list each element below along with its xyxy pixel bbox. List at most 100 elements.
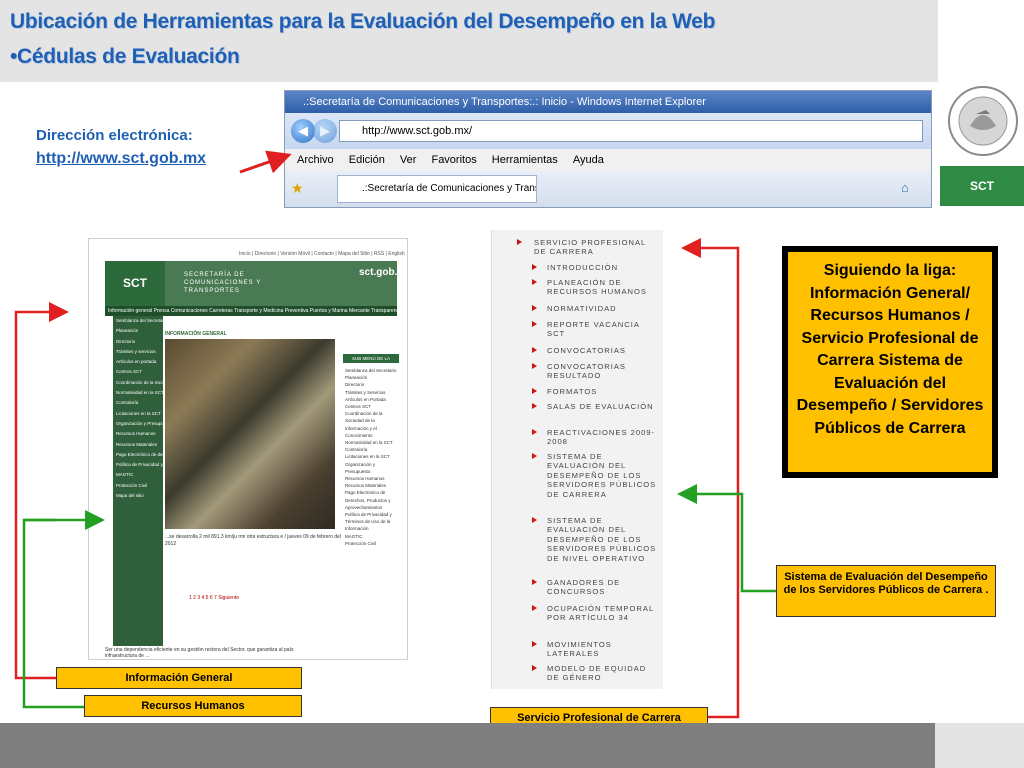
spc-menu-item[interactable]: MODELO DE EQUIDAD DE GÉNERO	[547, 664, 659, 683]
menu-bullet-icon	[532, 605, 537, 611]
site-submenu-item[interactable]: Centros SCT	[345, 403, 399, 410]
menu-bullet-icon	[517, 239, 522, 245]
back-button[interactable]: ◀	[291, 119, 315, 143]
spc-menu-item[interactable]: PLANEACIÓN DE RECURSOS HUMANOS	[547, 278, 659, 297]
site-dropdown-item[interactable]: Política de Privacidad y Términos de uso…	[113, 460, 163, 470]
site-submenu-item[interactable]: Política de Privacidad y Términos de Uso…	[345, 511, 399, 533]
menu-bullet-icon	[532, 264, 537, 270]
site-dropdown-item[interactable]: Organización y Presupuesto	[113, 419, 163, 429]
spc-menu-item[interactable]: CONVOCATORIAS	[547, 346, 659, 355]
site-submenu-item[interactable]: Protección Civil	[345, 540, 399, 547]
spc-menu-item[interactable]: GANADORES DE CONCURSOS	[547, 578, 659, 597]
site-submenu-item[interactable]: Artículos en Portada	[345, 396, 399, 403]
site-submenu-item[interactable]: Coordinación de la Sociedad de la Inform…	[345, 410, 399, 439]
menu-archivo[interactable]: Archivo	[297, 154, 334, 166]
site-submenu-item[interactable]: Recursos Humanos	[345, 475, 399, 482]
favorites-star-icon[interactable]: ★	[291, 180, 304, 197]
spc-menu-item[interactable]: FORMATOS	[547, 387, 659, 396]
menu-bullet-icon	[532, 388, 537, 394]
arrow-url	[239, 150, 292, 174]
spc-menu-item[interactable]: SISTEMA DE EVALUACIÓN DEL DESEMPEÑO DE L…	[547, 516, 659, 563]
site-dropdown-item[interactable]: Coordinación de la Sociedad de la Inform…	[113, 378, 163, 388]
sct-site-screenshot: Inicio | Directorio | Versión Móvil | Co…	[88, 238, 408, 660]
menu-bullet-icon	[532, 403, 537, 409]
browser-address-bar: ◀ ▶ http://www.sct.gob.mx/	[285, 113, 931, 149]
slide-title: Ubicación de Herramientas para la Evalua…	[10, 10, 716, 33]
site-submenu-item[interactable]: Planeación	[345, 374, 399, 381]
site-dropdown-item[interactable]: Centros SCT	[113, 367, 163, 377]
site-submenu-item[interactable]: Contraloría	[345, 446, 399, 453]
site-submenu-item[interactable]: Licitaciones en la SCT	[345, 453, 399, 460]
site-dropdown-item[interactable]: Protección Civil	[113, 481, 163, 491]
callout-siguiendo-liga-text: Siguiendo la liga: Información General/ …	[788, 252, 992, 472]
site-secretaria-name: SECRETARÍA DE COMUNICACIONES Y TRANSPORT…	[184, 272, 262, 294]
menu-bullet-icon	[532, 305, 537, 311]
site-domain: sct.gob.mx	[359, 267, 408, 278]
site-dropdown-menu: Semblanza del Secretario Planeación Direct…	[113, 316, 163, 646]
site-dropdown-item[interactable]: Recursos Humanos	[113, 429, 163, 439]
site-dropdown-item[interactable]: Directorio	[113, 337, 163, 347]
menu-bullet-icon	[532, 641, 537, 647]
menu-bullet-icon	[532, 453, 537, 459]
address-link[interactable]: http://www.sct.gob.mx	[36, 150, 206, 168]
site-submenu-item[interactable]: MAGTIC	[345, 533, 399, 540]
forward-button[interactable]: ▶	[313, 119, 337, 143]
browser-tab-bar: ★ .:Secretaría de Comunicaciones y Trans…	[285, 171, 931, 207]
site-dropdown-item[interactable]: Normatividad en la SCT	[113, 388, 163, 398]
site-dropdown-item[interactable]: Recursos Materiales	[113, 440, 163, 450]
spc-menu: SERVICIO PROFESIONAL DE CARRERA INTRODUC…	[491, 230, 663, 689]
site-submenu-item[interactable]: Pago Electrónico de Derechos, Productos …	[345, 489, 399, 511]
spc-menu-item[interactable]: INTRODUCCIÓN	[547, 263, 659, 272]
menu-ver[interactable]: Ver	[400, 154, 417, 166]
callout-recursos-humanos: Recursos Humanos	[84, 695, 302, 717]
menu-bullet-icon	[532, 517, 537, 523]
menu-bullet-icon	[532, 363, 537, 369]
menu-edicion[interactable]: Edición	[349, 154, 385, 166]
footer-bar	[0, 723, 935, 768]
site-submenu-item[interactable]: Directorio	[345, 381, 399, 388]
home-icon[interactable]: ⌂	[901, 180, 909, 195]
spc-menu-item[interactable]: SISTEMA DE EVALUACIÓN DEL DESEMPEÑO DE L…	[547, 452, 659, 499]
menu-ayuda[interactable]: Ayuda	[573, 154, 604, 166]
site-submenu-item[interactable]: Organización y Presupuesto	[345, 461, 399, 475]
site-photo	[165, 339, 335, 529]
menu-bullet-icon	[532, 347, 537, 353]
site-dropdown-item[interactable]: Planeación	[113, 326, 163, 336]
url-input[interactable]: http://www.sct.gob.mx/	[339, 120, 923, 142]
callout-sistema-evaluacion: Sistema de Evaluación del Desempeño de l…	[776, 565, 996, 617]
menu-herramientas[interactable]: Herramientas	[492, 154, 558, 166]
mexican-seal-icon	[948, 86, 1018, 156]
spc-menu-item[interactable]: CONVOCATORIAS RESULTADO	[547, 362, 659, 381]
arrow-servicio-profesional	[681, 238, 740, 719]
site-submenu-item[interactable]: Recursos Materiales	[345, 482, 399, 489]
spc-menu-item[interactable]: SALAS DE EVALUACIÓN	[547, 402, 659, 411]
browser-menu-bar: Archivo Edición Ver Favoritos Herramient…	[285, 149, 931, 171]
site-dropdown-item[interactable]: Mapa del sitio	[113, 491, 163, 501]
spc-menu-item[interactable]: MOVIMIENTOS LATERALES	[547, 640, 659, 659]
arrow-info-general	[14, 302, 69, 680]
spc-menu-item[interactable]: REPORTE VACANCIA SCT	[547, 320, 659, 339]
site-dropdown-item[interactable]: Licitaciones en la SCT	[113, 409, 163, 419]
site-submenu-item[interactable]: Normatividad en la SCT	[345, 439, 399, 446]
site-dropdown-item[interactable]: MAGTIC	[113, 470, 163, 480]
site-dropdown-item[interactable]: Trámites y servicios	[113, 347, 163, 357]
site-submenu-item[interactable]: Trámites y Servicios	[345, 389, 399, 396]
menu-bullet-icon	[532, 321, 537, 327]
spc-menu-item[interactable]: OCUPACIÓN TEMPORAL POR ARTÍCULO 34	[547, 604, 659, 623]
menu-bullet-icon	[532, 579, 537, 585]
menu-favoritos[interactable]: Favoritos	[431, 154, 476, 166]
sct-badge: SCT	[940, 166, 1024, 206]
browser-tab[interactable]: .:Secretaría de Comunicaciones y Transpo…	[337, 175, 537, 203]
arrow-sistema-evaluacion	[677, 484, 776, 593]
site-dropdown-item[interactable]: Pago Electrónico de derechos, productos …	[113, 450, 163, 460]
site-pagination: 1 2 3 4 5 6 7 Siguiente	[189, 595, 240, 601]
site-submenu-item[interactable]: Semblanza del Secretario	[345, 367, 399, 374]
site-dropdown-item[interactable]: Artículos en portada	[113, 357, 163, 367]
spc-menu-heading[interactable]: SERVICIO PROFESIONAL DE CARRERA	[534, 238, 659, 257]
site-logo: SCT	[105, 261, 165, 306]
spc-menu-item[interactable]: REACTIVACIONES 2009-2008	[547, 428, 659, 447]
site-dropdown-item[interactable]: Semblanza del Secretario	[113, 316, 163, 326]
site-dropdown-item[interactable]: Contraloría	[113, 398, 163, 408]
spc-menu-item[interactable]: NORMATIVIDAD	[547, 304, 659, 313]
menu-bullet-icon	[532, 429, 537, 435]
